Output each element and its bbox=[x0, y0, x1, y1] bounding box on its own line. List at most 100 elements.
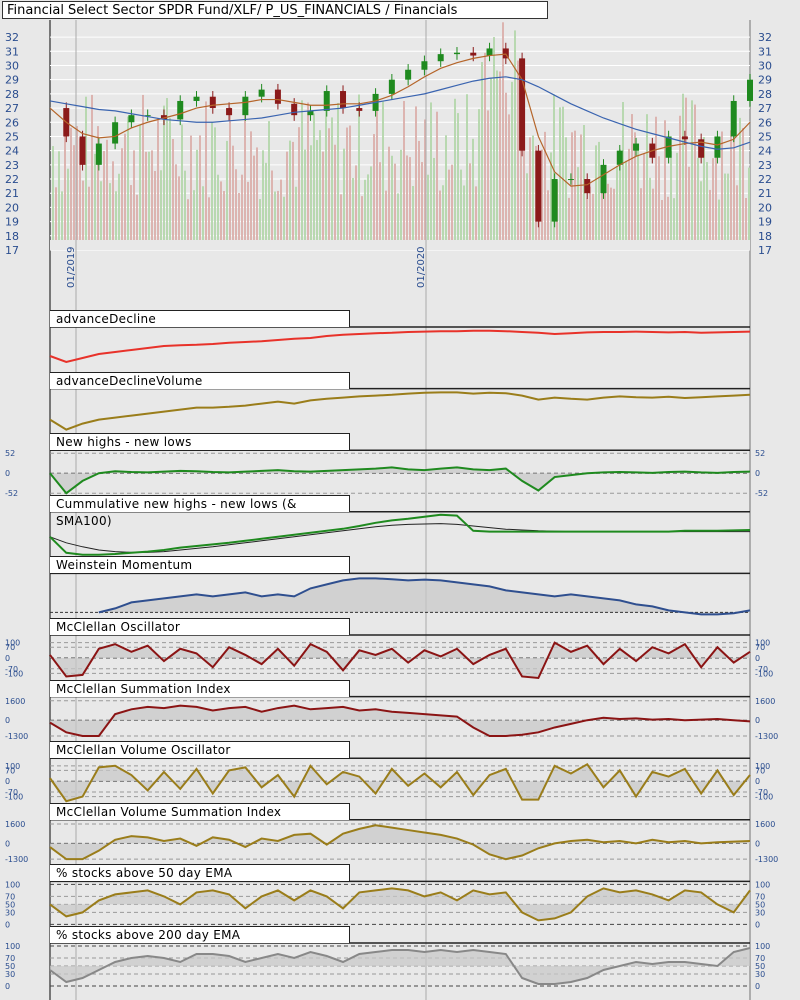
volume-bar bbox=[667, 196, 669, 240]
volume-bar bbox=[145, 151, 147, 240]
volume-bar bbox=[343, 148, 345, 240]
volume-bar bbox=[133, 150, 135, 240]
volume-bar bbox=[430, 102, 432, 240]
candle-body bbox=[112, 122, 119, 144]
candle-body bbox=[291, 103, 298, 116]
candle-body bbox=[519, 58, 526, 151]
candle-body bbox=[730, 100, 737, 137]
volume-bar bbox=[250, 131, 252, 240]
y-tick-label-left: 17 bbox=[5, 244, 19, 257]
y-tick-label-right: 21 bbox=[758, 187, 772, 200]
volume-bar bbox=[157, 118, 159, 240]
y-tick-label-right: 23 bbox=[758, 159, 772, 172]
volume-bar bbox=[103, 150, 105, 240]
volume-bar bbox=[433, 157, 435, 240]
volume-bar bbox=[148, 151, 150, 240]
volume-bar bbox=[64, 135, 66, 240]
volume-bar bbox=[721, 131, 723, 240]
volume-bar bbox=[607, 183, 609, 240]
volume-bar bbox=[673, 198, 675, 240]
panel-tick-right: 1600 bbox=[755, 697, 775, 706]
volume-bar bbox=[262, 150, 264, 240]
panel-tick-left: 100 bbox=[5, 880, 20, 889]
panel-tick-left: 0 bbox=[5, 654, 10, 663]
volume-bar bbox=[280, 179, 282, 240]
panel-tick-right: 0 bbox=[755, 716, 760, 725]
volume-bar bbox=[259, 199, 261, 240]
volume-bar bbox=[592, 193, 594, 240]
volume-bar bbox=[364, 179, 366, 240]
candle-body bbox=[177, 100, 184, 120]
volume-bar bbox=[586, 198, 588, 240]
volume-bar bbox=[580, 134, 582, 240]
volume-bar bbox=[604, 191, 606, 240]
volume-bar bbox=[196, 149, 198, 240]
volume-bar bbox=[211, 122, 213, 240]
volume-bar bbox=[622, 102, 624, 240]
candle-body bbox=[323, 91, 330, 111]
volume-bar bbox=[337, 102, 339, 240]
volume-bar bbox=[595, 145, 597, 240]
panel-tick-left: -52 bbox=[5, 489, 18, 498]
panel-tick-right: -100 bbox=[755, 669, 773, 678]
panel-tick-right: 100 bbox=[755, 880, 770, 889]
volume-bar bbox=[676, 152, 678, 240]
volume-bar bbox=[649, 177, 651, 240]
volume-bar bbox=[523, 146, 525, 240]
volume-bar bbox=[346, 127, 348, 240]
volume-bar bbox=[385, 190, 387, 240]
volume-bar bbox=[235, 169, 237, 240]
panel-title: McClellan Volume Summation Index bbox=[50, 802, 350, 820]
volume-bar bbox=[661, 199, 663, 240]
panel-tick-left: 1600 bbox=[5, 820, 25, 829]
volume-bar bbox=[526, 173, 528, 240]
panel-tick-left: 1600 bbox=[5, 697, 25, 706]
volume-bar bbox=[610, 187, 612, 240]
volume-bar bbox=[421, 162, 423, 240]
panel-tick-left: 70 bbox=[5, 643, 15, 652]
volume-bar bbox=[466, 94, 468, 240]
panel-tick-right: -1300 bbox=[755, 732, 778, 741]
volume-bar bbox=[412, 186, 414, 240]
y-tick-label-left: 31 bbox=[5, 45, 19, 58]
panel-tick-right: 0 bbox=[755, 920, 760, 929]
volume-bar bbox=[457, 113, 459, 240]
volume-bar bbox=[193, 190, 195, 240]
volume-bar bbox=[112, 161, 114, 240]
volume-bar bbox=[658, 156, 660, 240]
volume-bar bbox=[124, 133, 126, 240]
panel-tick-right: 0 bbox=[755, 839, 760, 848]
volume-bar bbox=[685, 97, 687, 240]
y-tick-label-left: 29 bbox=[5, 74, 19, 87]
volume-bar bbox=[439, 190, 441, 240]
panel-tick-right: -100 bbox=[755, 793, 773, 802]
x-tick-label: 01/2020 bbox=[416, 246, 427, 288]
volume-bar bbox=[55, 187, 57, 240]
x-tick-label: 01/2019 bbox=[66, 246, 77, 288]
volume-bar bbox=[436, 111, 438, 240]
panel-tick-left: 0 bbox=[5, 777, 10, 786]
volume-bar bbox=[514, 30, 516, 240]
panel-title: % stocks above 200 day EMA bbox=[50, 926, 350, 943]
volume-bar bbox=[493, 37, 495, 240]
candle-body bbox=[95, 143, 102, 165]
panel-tick-left: 0 bbox=[5, 920, 10, 929]
volume-bar bbox=[187, 199, 189, 240]
y-tick-label-right: 17 bbox=[758, 244, 772, 257]
volume-bar bbox=[61, 191, 63, 240]
volume-bar bbox=[100, 181, 102, 240]
panel-tick-right: 100 bbox=[755, 942, 770, 951]
volume-bar bbox=[718, 199, 720, 240]
volume-bar bbox=[247, 181, 249, 240]
volume-bar bbox=[628, 148, 630, 240]
volume-bar bbox=[82, 180, 84, 240]
volume-bar bbox=[178, 176, 180, 240]
y-tick-label-left: 20 bbox=[5, 201, 19, 214]
volume-bar bbox=[256, 147, 258, 240]
volume-bar bbox=[391, 155, 393, 240]
volume-bar bbox=[73, 145, 75, 240]
volume-bar bbox=[394, 163, 396, 240]
volume-bar bbox=[532, 135, 534, 240]
candle-body bbox=[535, 150, 542, 222]
y-tick-label-left: 22 bbox=[5, 173, 19, 186]
